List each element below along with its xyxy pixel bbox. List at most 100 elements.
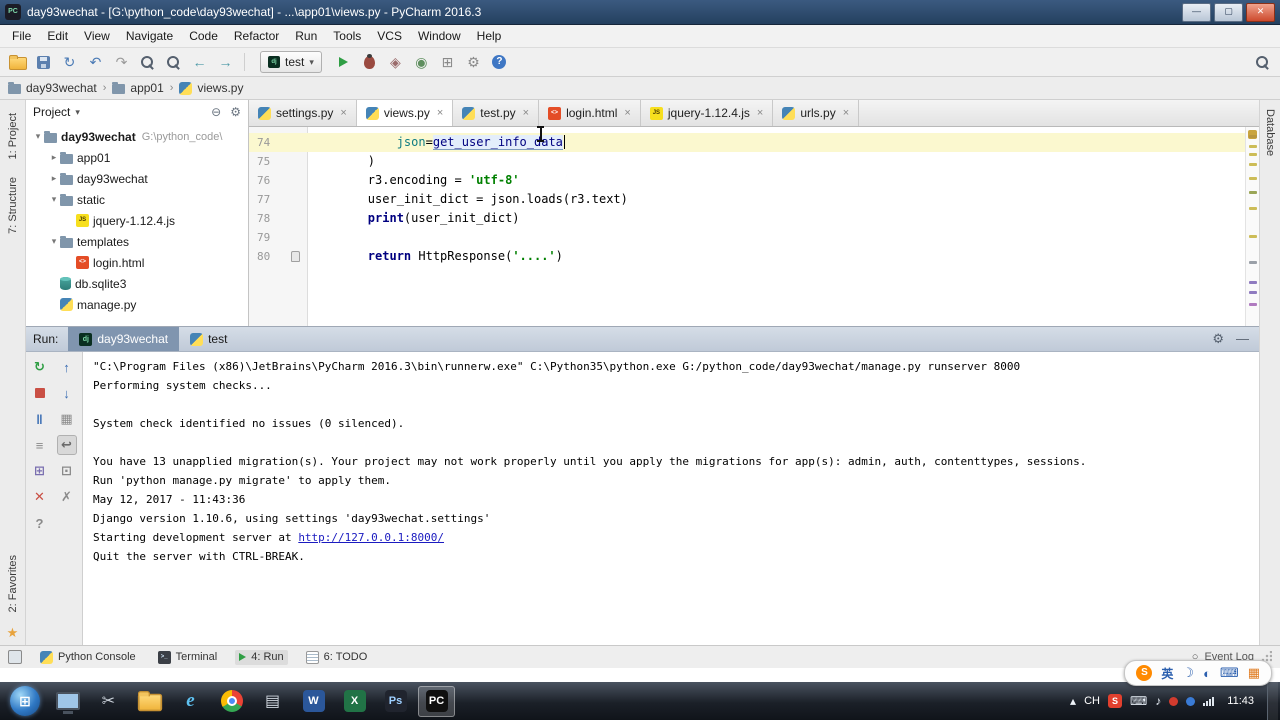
explorer-icon[interactable] (131, 686, 168, 717)
toolbox-icon[interactable]: ▦ (1248, 665, 1260, 681)
sogou-tray-icon[interactable]: S (1107, 694, 1122, 708)
server-url-link[interactable]: http://127.0.0.1:8000/ (298, 531, 444, 544)
breadcrumb-item[interactable]: app01 (112, 81, 164, 95)
run-tab-day93wechat[interactable]: dj day93wechat (68, 327, 180, 351)
word-icon[interactable]: W (295, 686, 332, 717)
menu-vcs[interactable]: VCS (369, 25, 410, 47)
frames-icon[interactable]: ≡ (30, 435, 50, 455)
tree-item[interactable]: ▸ app01 (26, 147, 248, 168)
open-icon[interactable] (6, 51, 29, 73)
close-tab-icon[interactable]: × (437, 107, 443, 119)
tool-window-tab-project[interactable]: 1: Project (7, 104, 19, 168)
debug-icon[interactable] (358, 51, 381, 73)
replace-icon[interactable] (162, 51, 185, 73)
help-icon[interactable]: ? (30, 513, 50, 533)
chrome-icon[interactable] (213, 686, 250, 717)
pycharm-icon[interactable]: PC (418, 685, 455, 717)
menu-navigate[interactable]: Navigate (118, 25, 181, 47)
editor-tab-jquery-1-12-4-js[interactable]: JS jquery-1.12.4.js × (641, 100, 774, 126)
fullwidth-icon[interactable]: ◐ (1203, 666, 1211, 681)
tree-item[interactable]: ▾ day93wechat G:\python_code\ (26, 126, 248, 147)
tool-window-tab-database[interactable]: Database (1264, 100, 1276, 165)
profiler-icon[interactable]: ◉ (410, 51, 433, 73)
tool-window-toggle-icon[interactable] (8, 650, 22, 664)
tree-item[interactable]: db.sqlite3 (26, 273, 248, 294)
editor-tab-test-py[interactable]: test.py × (453, 100, 540, 126)
redo-icon[interactable]: ↷ (110, 51, 133, 73)
menu-window[interactable]: Window (410, 25, 469, 47)
close-tab-icon[interactable]: × (843, 107, 849, 119)
code-line[interactable]: 75 ) (249, 152, 1259, 171)
hide-icon[interactable]: — (1236, 331, 1249, 347)
tree-item[interactable]: manage.py (26, 294, 248, 315)
statusbar-4-run[interactable]: 4: Run (235, 649, 288, 665)
menu-code[interactable]: Code (181, 25, 226, 47)
code-line[interactable]: 76 r3.encoding = 'utf-8' (249, 171, 1259, 190)
settings-icon[interactable]: ⚙ (1212, 331, 1224, 347)
restore-layout-icon[interactable]: ⊞ (436, 51, 459, 73)
tree-item[interactable]: ▾ static (26, 189, 248, 210)
tree-item[interactable]: JS jquery-1.12.4.js (26, 210, 248, 231)
forward-icon[interactable]: → (214, 51, 237, 73)
print-icon[interactable]: ⊡ (57, 461, 77, 481)
notepad-icon[interactable]: ▤ (254, 686, 291, 717)
chevron-down-icon[interactable]: ▾ (75, 107, 80, 118)
close-button[interactable]: ✕ (1246, 2, 1275, 22)
menu-file[interactable]: File (4, 25, 39, 47)
network-icon[interactable] (1203, 696, 1215, 706)
expanded-arrow-icon[interactable]: ▾ (48, 236, 60, 247)
snipping-tool-icon[interactable]: ✂ (90, 686, 127, 717)
menu-edit[interactable]: Edit (39, 25, 76, 47)
collapse-all-icon[interactable]: ⊖ (211, 105, 221, 119)
show-desktop-button[interactable] (1267, 682, 1278, 720)
close-tab-icon[interactable]: × (624, 107, 630, 119)
rerun-icon[interactable]: ↻ (30, 357, 50, 377)
settings-icon[interactable]: ⚙ (462, 51, 485, 73)
down-the-stack-icon[interactable]: ↓ (57, 383, 77, 403)
close-tab-icon[interactable]: × (340, 107, 346, 119)
ie-icon[interactable]: e (172, 686, 209, 717)
photoshop-icon[interactable]: Ps (377, 686, 414, 717)
console-settings-icon[interactable]: ▦ (57, 409, 77, 429)
editor-tab-settings-py[interactable]: settings.py × (249, 100, 357, 126)
editor-tab-views-py[interactable]: views.py × (356, 100, 454, 126)
tree-item[interactable]: ▸ day93wechat (26, 168, 248, 189)
sogou-logo-icon[interactable]: S (1136, 665, 1153, 681)
lang-mode-indicator[interactable]: 英 (1161, 665, 1173, 682)
hidden-icons-button[interactable]: ▴ (1070, 694, 1076, 708)
close-icon[interactable]: ✕ (30, 487, 50, 507)
soft-wrap-icon[interactable]: ↩ (56, 435, 77, 455)
undo-icon[interactable]: ↶ (84, 51, 107, 73)
find-icon[interactable] (136, 51, 159, 73)
tree-item[interactable]: ▾ templates (26, 231, 248, 252)
run-icon[interactable] (332, 51, 355, 73)
start-button[interactable]: ⊞ (10, 686, 40, 716)
run-config-selector[interactable]: dj test ▾ (260, 51, 322, 73)
project-panel-title[interactable]: Project (33, 105, 70, 119)
code-line[interactable]: 78 print(user_init_dict) (249, 209, 1259, 228)
language-indicator[interactable]: CH (1084, 695, 1100, 707)
run-tab-test[interactable]: test (179, 327, 238, 351)
editor-code[interactable]: 74 json=get_user_info_data 75 ) 76 r3.enco… (249, 127, 1259, 326)
menu-refactor[interactable]: Refactor (226, 25, 287, 47)
remote-desktop-icon[interactable] (49, 686, 86, 717)
menu-help[interactable]: Help (469, 25, 510, 47)
statusbar-6-todo[interactable]: 6: TODO (302, 650, 372, 665)
minimize-button[interactable]: — (1182, 2, 1211, 22)
collapsed-arrow-icon[interactable]: ▸ (48, 152, 60, 163)
statusbar-python-console[interactable]: Python Console (36, 650, 140, 665)
save-all-icon[interactable] (32, 51, 55, 73)
excel-icon[interactable]: X (336, 686, 373, 717)
collapsed-arrow-icon[interactable]: ▸ (48, 173, 60, 184)
moon-icon[interactable]: ☽ (1182, 665, 1194, 681)
synchronize-icon[interactable]: ↻ (58, 51, 81, 73)
editor-tab-login-html[interactable]: <> login.html × (539, 100, 641, 126)
menu-view[interactable]: View (76, 25, 118, 47)
restore-layout-icon[interactable]: ⊞ (30, 461, 50, 481)
close-tab-icon[interactable]: × (523, 107, 529, 119)
code-line[interactable]: 80 return HttpResponse('....') (249, 247, 1259, 266)
menu-run[interactable]: Run (287, 25, 325, 47)
ime-keyboard-icon[interactable]: ⌨ (1130, 694, 1147, 708)
run-console[interactable]: "C:\Program Files (x86)\JetBrains\PyChar… (83, 352, 1259, 645)
breadcrumb-item[interactable]: views.py (179, 81, 243, 95)
